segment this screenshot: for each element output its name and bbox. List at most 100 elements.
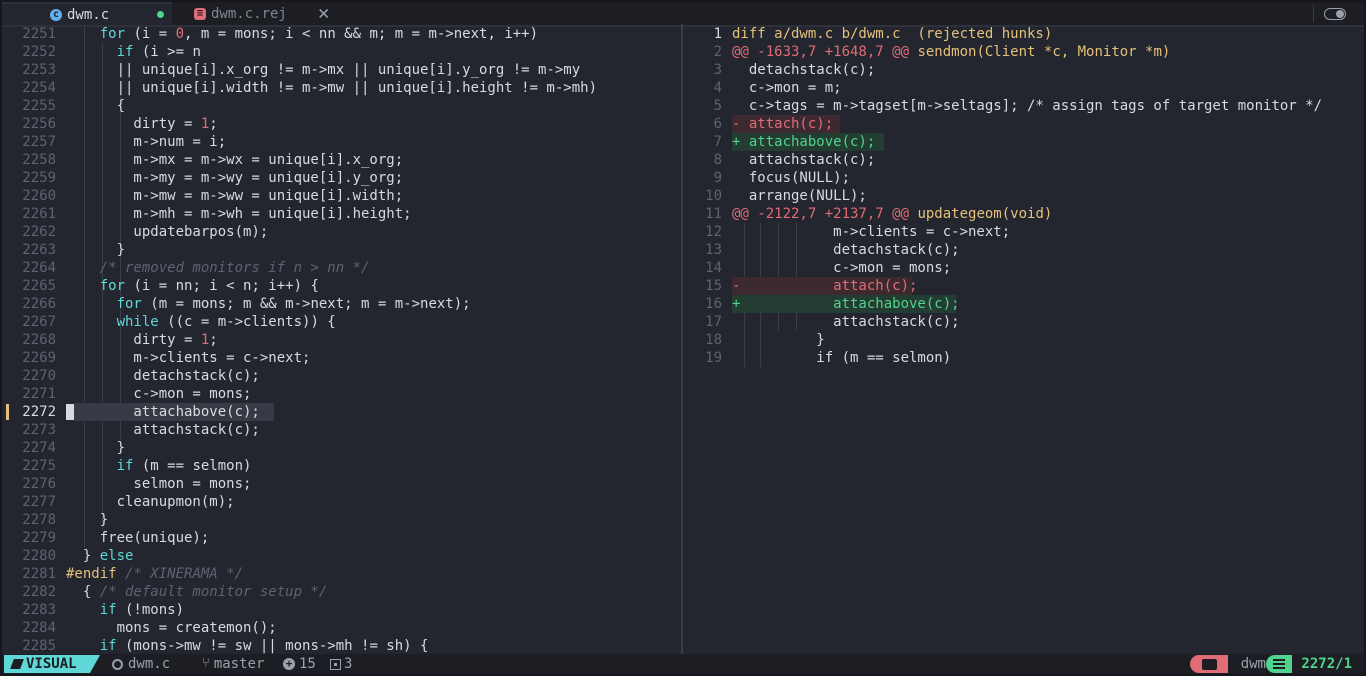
diff-line[interactable]: 7 + attachabove(c); — [684, 133, 1364, 151]
code-line[interactable]: 2284 mons = createmon(); — [2, 619, 680, 637]
diff-line[interactable]: 6 - attach(c); — [684, 115, 1364, 133]
diff-line[interactable]: 9 focus(NULL); — [684, 169, 1364, 187]
code-text: c->mon = mons; — [66, 386, 252, 402]
code-line[interactable]: 2275 if (m == selmon) — [2, 457, 680, 475]
text-cursor — [66, 404, 74, 420]
code-line[interactable]: 2282 { /* default monitor setup */ — [2, 583, 680, 601]
diff-line[interactable]: 4 c->mon = m; — [684, 79, 1364, 97]
diff-line[interactable]: 14 c->mon = mons; — [684, 259, 1364, 277]
close-icon[interactable]: ✕ — [318, 3, 329, 23]
line-number: 2258 — [22, 152, 56, 168]
code-line[interactable]: 2276 selmon = mons; — [2, 475, 680, 493]
code-line[interactable]: 2278 } — [2, 511, 680, 529]
code-text: { /* default monitor setup */ — [66, 584, 328, 600]
code-line[interactable]: 2257 m->num = i; — [2, 133, 680, 151]
code-line[interactable]: 2283 if (!mons) — [2, 601, 680, 619]
code-line[interactable]: 2285 if (mons->mw != sw || mons->mh != s… — [2, 637, 680, 654]
diff-line[interactable]: 2 @@ -1633,7 +1648,7 @@ sendmon(Client *c… — [684, 43, 1364, 61]
code-line[interactable]: 2253 || unique[i].x_org != m->mx || uniq… — [2, 61, 680, 79]
diff-line[interactable]: 18 } — [684, 331, 1364, 349]
status-branch: ⑂ master — [202, 655, 264, 673]
diff-line[interactable]: 3 detachstack(c); — [684, 61, 1364, 79]
diff-text: arrange(NULL); — [732, 188, 867, 204]
code-line[interactable]: 2267 while ((c = m->clients)) { — [2, 313, 680, 331]
code-line[interactable]: 2262 updatebarpos(m); — [2, 223, 680, 241]
line-number: 2254 — [22, 80, 56, 96]
code-text: m->my = m->wy = unique[i].y_org; — [66, 170, 404, 186]
code-line[interactable]: 2263 } — [2, 241, 680, 259]
code-line[interactable]: 2270 detachstack(c); — [2, 367, 680, 385]
code-text: cleanupmon(m); — [66, 494, 235, 510]
diff-line[interactable]: 15 - attach(c); — [684, 277, 1364, 295]
diff-text: m->clients = c->next; — [732, 224, 1011, 240]
code-line[interactable]: 2260 m->mw = m->ww = unique[i].width; — [2, 187, 680, 205]
code-text: selmon = mons; — [66, 476, 252, 492]
line-number: 2274 — [22, 440, 56, 456]
line-number: 2256 — [22, 116, 56, 132]
code-line[interactable]: 2281 #endif /* XINERAMA */ — [2, 565, 680, 583]
diff-line[interactable]: 12 m->clients = c->next; — [684, 223, 1364, 241]
code-text: #endif /* XINERAMA */ — [66, 566, 244, 582]
line-number: 5 — [713, 98, 722, 114]
diff-line[interactable]: 11 @@ -2122,7 +2137,7 @@ updategeom(void) — [684, 205, 1364, 223]
code-line[interactable]: 2273 attachstack(c); — [2, 421, 680, 439]
line-number: 3 — [713, 62, 722, 78]
code-line[interactable]: 2265 for (i = nn; i < n; i++) { — [2, 277, 680, 295]
diff-line[interactable]: 19 if (m == selmon) — [684, 349, 1364, 367]
position-badge — [1266, 655, 1292, 673]
code-line[interactable]: 2256 dirty = 1; — [2, 115, 680, 133]
code-line[interactable]: 2252 if (i >= n — [2, 43, 680, 61]
code-line[interactable]: 2264 /* removed monitors if n > nn */ — [2, 259, 680, 277]
code-line[interactable]: 2254 || unique[i].width != m->mw || uniq… — [2, 79, 680, 97]
line-number: 8 — [713, 152, 722, 168]
code-line[interactable]: 2277 cleanupmon(m); — [2, 493, 680, 511]
diff-line[interactable]: 5 c->tags = m->tagset[m->seltags]; /* as… — [684, 97, 1364, 115]
code-text: m->mh = m->wh = unique[i].height; — [66, 206, 412, 222]
diff-line[interactable]: 1 diff a/dwm.c b/dwm.c (rejected hunks) — [684, 25, 1364, 43]
code-line[interactable]: 2259 m->my = m->wy = unique[i].y_org; — [2, 169, 680, 187]
code-line[interactable]: 2269 m->clients = c->next; — [2, 349, 680, 367]
line-number: 2276 — [22, 476, 56, 492]
line-number: 2253 — [22, 62, 56, 78]
code-line[interactable]: 2280 } else — [2, 547, 680, 565]
code-line[interactable]: 2271 c->mon = mons; — [2, 385, 680, 403]
diff-line[interactable]: 16 + attachabove(c); — [684, 295, 1364, 313]
code-text: mons = createmon(); — [66, 620, 277, 636]
line-number: 19 — [705, 350, 722, 366]
cursor-position: 2272/1 — [1301, 656, 1352, 672]
tab-dwm-c[interactable]: c dwm.c — [2, 2, 172, 25]
git-added-count: 15 — [299, 656, 316, 672]
code-line[interactable]: 2255 { — [2, 97, 680, 115]
code-line[interactable]: 2251 for (i = 0, m = mons; i < nn && m; … — [2, 25, 680, 43]
diff-line[interactable]: 17 attachstack(c); — [684, 313, 1364, 331]
code-text: detachstack(c); — [66, 368, 260, 384]
tab-dwm-c-rej[interactable]: ≡ dwm.c.rej ✕ — [188, 2, 348, 25]
right-editor-pane[interactable]: 1 diff a/dwm.c b/dwm.c (rejected hunks) 2 @… — [684, 24, 1364, 654]
code-line[interactable]: 2266 for (m = mons; m && m->next; m = m-… — [2, 295, 680, 313]
diff-line[interactable]: 13 detachstack(c); — [684, 241, 1364, 259]
vertical-split-divider[interactable] — [681, 24, 683, 654]
code-line[interactable]: 2258 m->mx = m->wx = unique[i].x_org; — [2, 151, 680, 169]
code-line[interactable]: 2272 attachabove(c); — [2, 403, 680, 421]
left-editor-pane[interactable]: 2251 for (i = 0, m = mons; i < nn && m; … — [2, 24, 680, 654]
line-number: 2270 — [22, 368, 56, 384]
diff-line[interactable]: 10 arrange(NULL); — [684, 187, 1364, 205]
code-text: || unique[i].width != m->mw || unique[i]… — [66, 80, 598, 96]
diff-text: attachstack(c); — [732, 314, 960, 330]
line-number: 2257 — [22, 134, 56, 150]
line-number: 2263 — [22, 242, 56, 258]
code-text: /* removed monitors if n > nn */ — [99, 260, 370, 276]
code-text: m->clients = c->next; — [66, 350, 311, 366]
code-line[interactable]: 2268 dirty = 1; — [2, 331, 680, 349]
line-number: 2255 — [22, 98, 56, 114]
code-line[interactable]: 2261 m->mh = m->wh = unique[i].height; — [2, 205, 680, 223]
line-number: 6 — [713, 116, 722, 132]
code-text: } — [66, 440, 126, 456]
code-text: attachabove(c); — [66, 404, 260, 420]
code-line[interactable]: 2279 free(unique); — [2, 529, 680, 547]
diff-line[interactable]: 8 attachstack(c); — [684, 151, 1364, 169]
mode-separator — [90, 655, 100, 673]
project-name: dwm — [1240, 656, 1266, 672]
code-line[interactable]: 2274 } — [2, 439, 680, 457]
toggle-icon[interactable] — [1324, 8, 1346, 20]
